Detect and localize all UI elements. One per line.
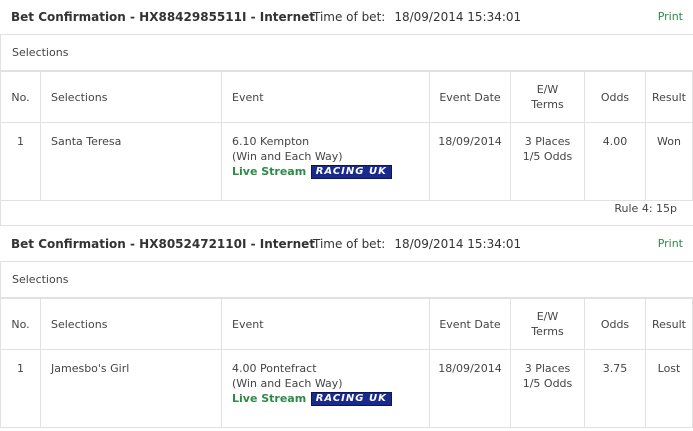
cell-selection: Santa Teresa xyxy=(40,122,222,201)
racing-uk-logo[interactable]: RACING UK xyxy=(310,392,392,406)
cell-odds: 3.75 xyxy=(584,349,646,428)
time-of-bet: Time of bet: 18/09/2014 15:34:01 xyxy=(313,237,521,251)
time-of-bet-label: Time of bet: xyxy=(313,10,386,24)
cell-ew-terms: 3 Places 1/5 Odds xyxy=(510,349,585,428)
ew-odds: 1/5 Odds xyxy=(522,150,573,163)
cell-event: 6.10 Kempton (Win and Each Way) Live Str… xyxy=(221,122,430,201)
col-event-date: Event Date xyxy=(429,298,511,350)
live-stream-link[interactable]: Live Stream xyxy=(232,165,306,178)
col-odds: Odds xyxy=(584,298,646,350)
bet-title: Bet Confirmation - HX8052472110I - Inter… xyxy=(11,237,315,251)
bet-title: Bet Confirmation - HX8842985511I - Inter… xyxy=(11,10,315,24)
col-result: Result xyxy=(645,298,693,350)
print-link[interactable]: Print xyxy=(658,237,683,250)
racing-uk-logo[interactable]: RACING UK xyxy=(310,165,392,179)
selections-table: No. Selections Event Event Date E/W Terms… xyxy=(0,298,693,428)
col-event: Event xyxy=(221,71,430,123)
col-event: Event xyxy=(221,298,430,350)
time-of-bet-value: 18/09/2014 15:34:01 xyxy=(394,10,522,24)
bet-header: Bet Confirmation - HX8842985511I - Inter… xyxy=(0,0,693,35)
col-ew-line1: E/W xyxy=(536,310,559,323)
cell-result: Lost xyxy=(645,349,693,428)
cell-ew-terms: 3 Places 1/5 Odds xyxy=(510,122,585,201)
col-selections: Selections xyxy=(40,71,222,123)
rule4-footer: Rule 4: 15p xyxy=(0,190,693,226)
live-stream-link[interactable]: Live Stream xyxy=(232,392,306,405)
cell-event: 4.00 Pontefract (Win and Each Way) Live … xyxy=(221,349,430,428)
event-type: (Win and Each Way) xyxy=(232,150,343,163)
cell-event-date: 18/09/2014 xyxy=(429,349,511,428)
table-row: 1 Santa Teresa 6.10 Kempton (Win and Eac… xyxy=(0,122,693,201)
ew-odds: 1/5 Odds xyxy=(522,377,573,390)
table-row: 1 Jamesbo's Girl 4.00 Pontefract (Win an… xyxy=(0,349,693,428)
event-name: 4.00 Pontefract xyxy=(232,362,317,375)
event-type: (Win and Each Way) xyxy=(232,377,343,390)
ew-places: 3 Places xyxy=(524,362,571,375)
cell-selection: Jamesbo's Girl xyxy=(40,349,222,428)
col-ew-line2: Terms xyxy=(531,325,564,338)
col-ew-terms: E/W Terms xyxy=(510,298,585,350)
col-odds: Odds xyxy=(584,71,646,123)
live-stream-row: Live Stream RACING UK xyxy=(232,164,429,179)
cell-no: 1 xyxy=(0,122,41,201)
live-stream-row: Live Stream RACING UK xyxy=(232,391,429,406)
bet-confirmation-2: Bet Confirmation - HX8052472110I - Inter… xyxy=(0,227,693,431)
col-no: No. xyxy=(0,71,41,123)
cell-event-date: 18/09/2014 xyxy=(429,122,511,201)
selections-heading-label: Selections xyxy=(12,273,69,286)
cell-odds: 4.00 xyxy=(584,122,646,201)
table-header-row: No. Selections Event Event Date E/W Terms… xyxy=(0,71,693,123)
table-header-row: No. Selections Event Event Date E/W Terms… xyxy=(0,298,693,350)
selections-table: No. Selections Event Event Date E/W Terms… xyxy=(0,71,693,201)
selections-heading: Selections xyxy=(0,262,693,298)
bet-confirmation-1: Bet Confirmation - HX8842985511I - Inter… xyxy=(0,0,693,227)
cell-no: 1 xyxy=(0,349,41,428)
bet-header: Bet Confirmation - HX8052472110I - Inter… xyxy=(0,227,693,262)
time-of-bet-value: 18/09/2014 15:34:01 xyxy=(394,237,522,251)
time-of-bet: Time of bet: 18/09/2014 15:34:01 xyxy=(313,10,521,24)
time-of-bet-label: Time of bet: xyxy=(313,237,386,251)
col-ew-line1: E/W xyxy=(536,83,559,96)
col-selections: Selections xyxy=(40,298,222,350)
col-ew-terms: E/W Terms xyxy=(510,71,585,123)
rule4-text: Rule 4: 15p xyxy=(614,202,677,215)
ew-places: 3 Places xyxy=(524,135,571,148)
col-ew-line2: Terms xyxy=(531,98,564,111)
col-no: No. xyxy=(0,298,41,350)
selections-heading: Selections xyxy=(0,35,693,71)
print-link[interactable]: Print xyxy=(658,10,683,23)
selections-heading-label: Selections xyxy=(12,46,69,59)
col-result: Result xyxy=(645,71,693,123)
cell-result: Won xyxy=(645,122,693,201)
col-event-date: Event Date xyxy=(429,71,511,123)
event-name: 6.10 Kempton xyxy=(232,135,310,148)
